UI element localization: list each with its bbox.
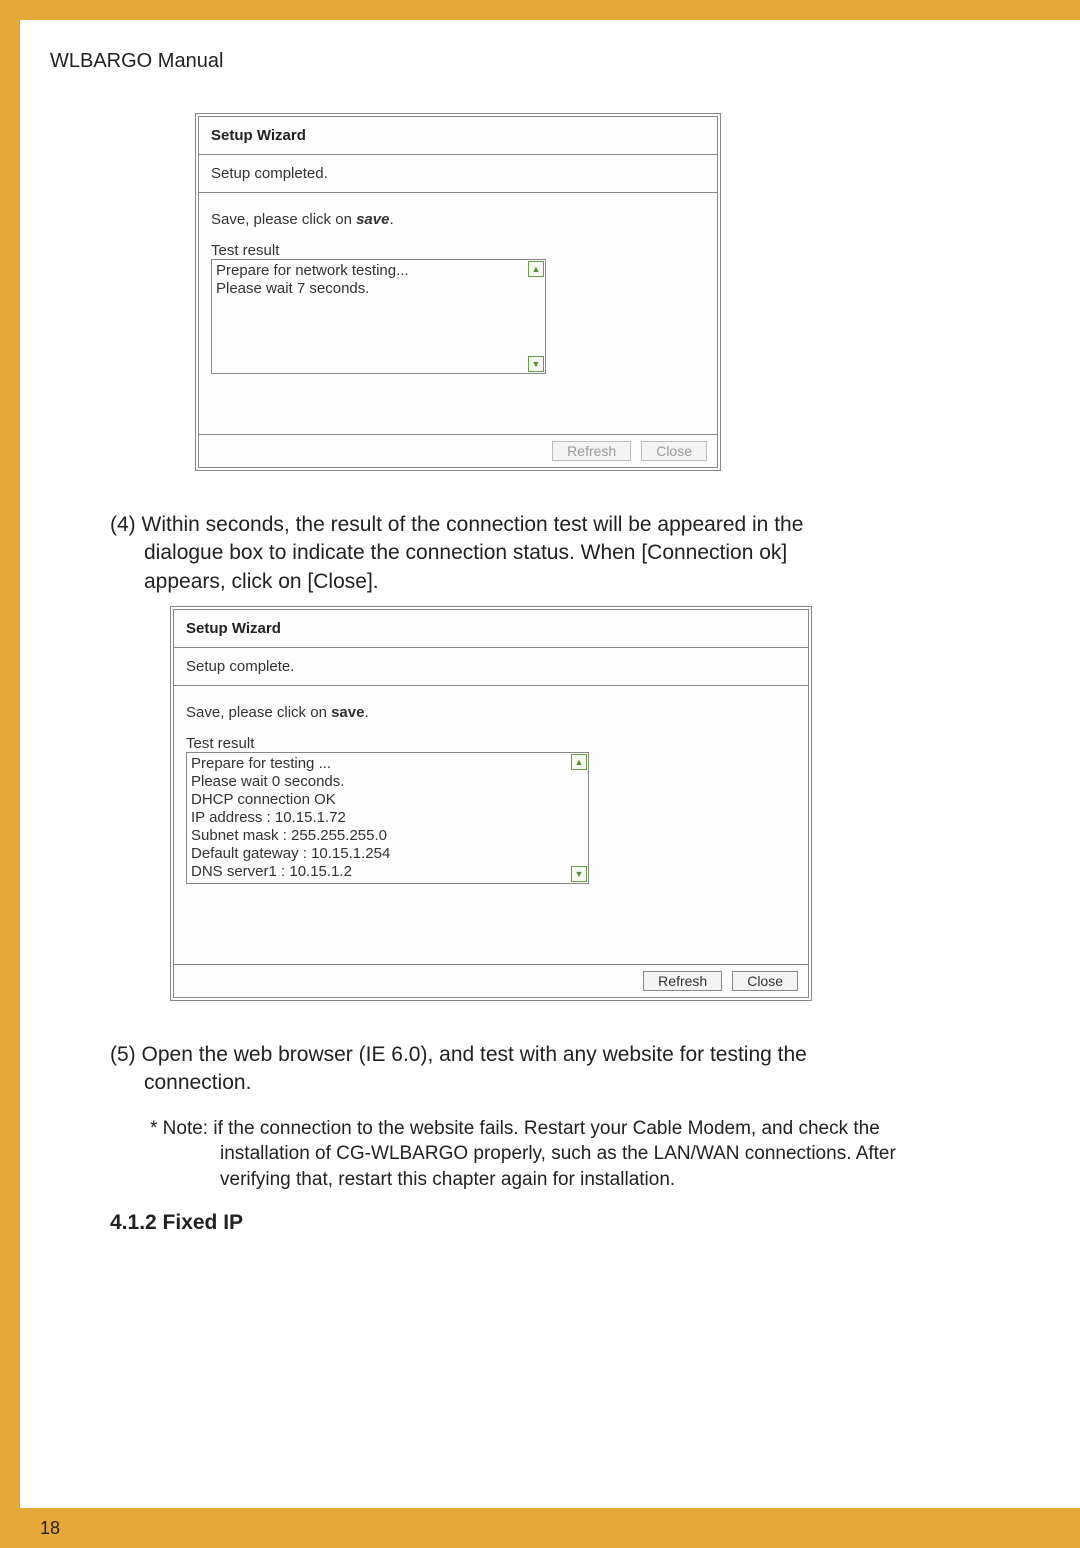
page-footer: 18: [0, 1508, 1080, 1548]
save-prefix: Save, please click on: [211, 211, 356, 228]
manual-title: WLBARGO Manual: [50, 50, 1030, 73]
dialog-title: Setup Wizard: [199, 117, 717, 155]
left-margin-bar: [0, 0, 20, 1548]
step-5-text: (5) Open the web browser (IE 6.0), and t…: [110, 1041, 1000, 1098]
test-result-textarea[interactable]: Prepare for network testing... Please wa…: [211, 259, 546, 374]
setup-wizard-dialog-1: Setup Wizard Setup completed. Save, plea…: [195, 113, 721, 471]
scroll-up-icon[interactable]: ▲: [528, 261, 544, 277]
setup-wizard-dialog-2: Setup Wizard Setup complete. Save, pleas…: [170, 606, 812, 1001]
setup-status: Setup completed.: [199, 155, 717, 193]
section-heading: 4.1.2 Fixed IP: [110, 1211, 1030, 1235]
test-result-text: Prepare for testing ... Please wait 0 se…: [187, 753, 570, 883]
save-prefix: Save, please click on: [186, 704, 331, 721]
save-keyword: save: [356, 211, 389, 228]
setup-status: Setup complete.: [174, 648, 808, 686]
save-keyword: save: [331, 704, 364, 721]
close-button[interactable]: Close: [641, 441, 707, 461]
scrollbar[interactable]: ▲ ▼: [570, 753, 588, 883]
scroll-up-icon[interactable]: ▲: [571, 754, 587, 770]
page-number: 18: [40, 1518, 60, 1539]
note-lead: * Note:: [150, 1118, 213, 1139]
save-suffix: .: [389, 211, 393, 228]
test-result-label: Test result: [186, 735, 796, 752]
top-margin-bar: [0, 0, 1080, 20]
scroll-down-icon[interactable]: ▼: [528, 356, 544, 372]
save-instruction: Save, please click on save.: [211, 211, 705, 228]
refresh-button[interactable]: Refresh: [643, 971, 722, 991]
refresh-button[interactable]: Refresh: [552, 441, 631, 461]
scroll-down-icon[interactable]: ▼: [571, 866, 587, 882]
test-result-label: Test result: [211, 242, 705, 259]
save-suffix: .: [364, 704, 368, 721]
dialog-title: Setup Wizard: [174, 610, 808, 648]
close-button[interactable]: Close: [732, 971, 798, 991]
step-4-text: (4) Within seconds, the result of the co…: [110, 511, 1000, 596]
save-instruction: Save, please click on save.: [186, 704, 796, 721]
test-result-textarea[interactable]: Prepare for testing ... Please wait 0 se…: [186, 752, 589, 884]
step-5-number: (5): [110, 1043, 142, 1066]
test-result-text: Prepare for network testing... Please wa…: [212, 260, 527, 373]
step-4-number: (4): [110, 513, 142, 536]
scrollbar[interactable]: ▲ ▼: [527, 260, 545, 373]
note-text: * Note: if the connection to the website…: [150, 1116, 990, 1193]
